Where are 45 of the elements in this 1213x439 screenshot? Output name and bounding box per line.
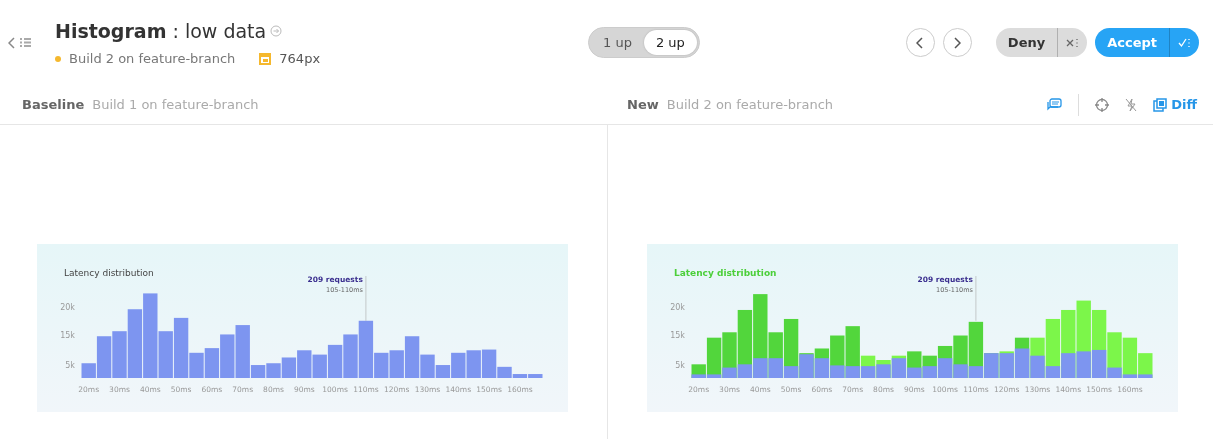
panel-label: Baseline <box>22 95 85 114</box>
histogram-bar <box>466 350 481 378</box>
build-label: Build 2 on feature-branch <box>666 95 834 114</box>
y-tick-label: 20k <box>670 303 685 312</box>
diff-icon <box>1153 97 1168 112</box>
chevron-right-icon <box>953 36 962 49</box>
histogram-bar <box>343 334 358 378</box>
histogram-bar <box>297 350 312 378</box>
y-tick-label: 5k <box>65 361 75 370</box>
build-label: Build 2 on feature-branch <box>69 50 236 68</box>
histogram-bar <box>327 344 343 378</box>
y-tick-label: 15k <box>670 331 685 340</box>
check-list-icon <box>1178 38 1191 49</box>
status-dot <box>55 55 61 62</box>
options-button[interactable] <box>1169 28 1199 57</box>
histogram-bar <box>1014 348 1030 378</box>
view-tab[interactable]: 2 up <box>643 29 697 56</box>
lightning-off-icon[interactable] <box>1125 97 1138 112</box>
crosshair-icon[interactable] <box>1095 97 1110 112</box>
previous-button[interactable] <box>905 28 935 57</box>
y-tick-label: 5k <box>675 361 685 370</box>
build-label: Build 1 on feature-branch <box>92 95 259 114</box>
chart-title: Latency distribution <box>64 268 154 278</box>
view-tab[interactable]: 1 up <box>591 29 644 56</box>
page-title: Histogram : low data <box>55 18 267 44</box>
list-icon[interactable] <box>20 38 31 47</box>
next-button[interactable] <box>942 28 972 57</box>
viewport-icon <box>259 52 272 65</box>
chevron-left-icon <box>916 36 925 49</box>
panel-label: New <box>627 95 659 114</box>
histogram-bar <box>281 357 297 378</box>
y-tick-label: 15k <box>60 331 75 340</box>
comments-icon[interactable] <box>1047 97 1063 112</box>
options-button[interactable] <box>1057 28 1088 57</box>
viewport-width: 764px <box>279 50 321 68</box>
arrow-circle-icon[interactable] <box>270 24 283 37</box>
cross-list-icon <box>1066 38 1080 49</box>
deny-button[interactable]: Deny <box>995 28 1058 57</box>
histogram-bar <box>312 354 327 378</box>
accept-button[interactable]: Accept <box>1095 28 1169 57</box>
back-icon[interactable] <box>8 36 16 49</box>
chart-title: Latency distribution <box>674 268 777 278</box>
y-tick-label: 20k <box>60 303 75 312</box>
histogram-bar <box>266 363 281 378</box>
diff-toggle[interactable]: Diff <box>1153 94 1197 115</box>
